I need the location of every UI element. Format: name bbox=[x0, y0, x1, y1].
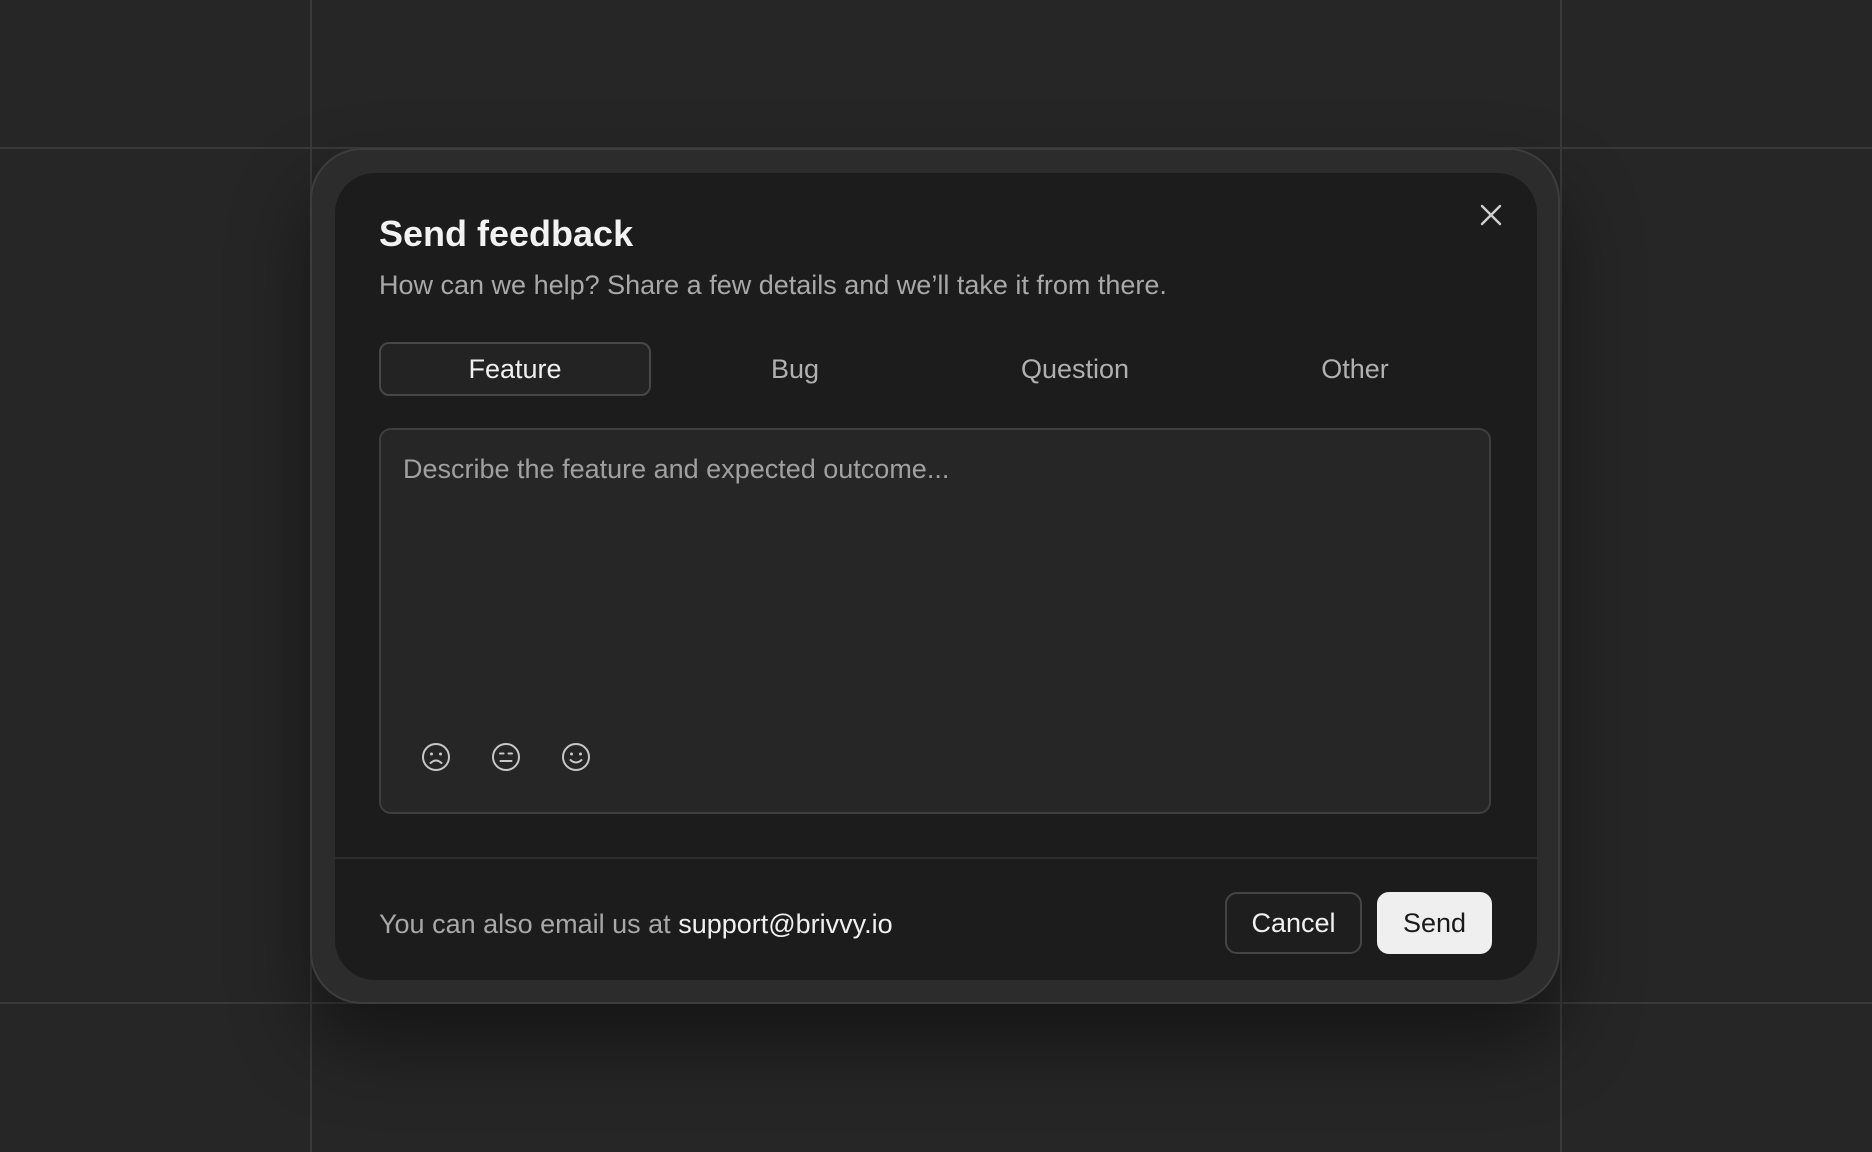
footer-divider bbox=[335, 857, 1537, 859]
neutral-face-icon[interactable] bbox=[491, 742, 521, 772]
mood-selector bbox=[421, 742, 591, 772]
close-button[interactable] bbox=[1473, 197, 1509, 233]
close-icon bbox=[1480, 204, 1502, 226]
dialog-subtitle: How can we help? Share a few details and… bbox=[379, 270, 1167, 300]
email-hint-prefix: You can also email us at bbox=[379, 909, 671, 939]
email-hint: You can also email us at support@brivvy.… bbox=[379, 909, 893, 940]
feedback-type-tabs: Feature Bug Question Other bbox=[379, 342, 1491, 396]
guide-line-right bbox=[1560, 0, 1562, 1152]
happy-face-icon[interactable] bbox=[561, 742, 591, 772]
feedback-textarea[interactable] bbox=[381, 430, 1489, 720]
support-email-link[interactable]: support@brivvy.io bbox=[678, 909, 892, 939]
feedback-input-container bbox=[379, 428, 1491, 814]
tab-question[interactable]: Question bbox=[939, 342, 1211, 396]
send-button[interactable]: Send bbox=[1377, 892, 1492, 954]
tab-bug[interactable]: Bug bbox=[659, 342, 931, 396]
cancel-button[interactable]: Cancel bbox=[1225, 892, 1362, 954]
dialog-title: Send feedback bbox=[379, 213, 634, 254]
sad-face-icon[interactable] bbox=[421, 742, 451, 772]
tab-other[interactable]: Other bbox=[1219, 342, 1491, 396]
tab-feature[interactable]: Feature bbox=[379, 342, 651, 396]
feedback-dialog: Send feedback How can we help? Share a f… bbox=[335, 173, 1537, 980]
